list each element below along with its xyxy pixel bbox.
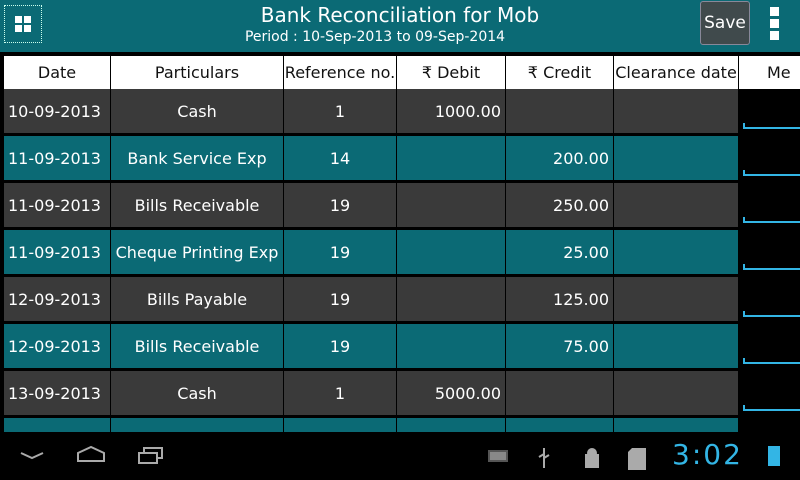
memo-underline-tick [743,217,745,223]
clearance-date-cell[interactable] [614,230,738,274]
back-icon[interactable] [20,442,44,466]
reference-cell: 19 [284,230,396,274]
memo-input[interactable] [739,89,800,133]
debit-cell [397,324,505,368]
memo-underline [743,127,800,129]
clearance-date-cell[interactable] [614,183,738,227]
column-header-debit: ₹ Debit [397,56,505,89]
credit-cell: 75.00 [506,324,613,368]
sd-card-icon [628,448,646,474]
memo-input[interactable] [739,183,800,227]
usb-icon [538,448,550,472]
memo-underline-tick [743,123,745,129]
debit-cell [397,418,505,432]
memo-underline-tick [743,170,745,176]
particulars-cell: Bank Service Exp [111,136,283,180]
date-cell: 13-09-2013 [4,371,110,415]
credit-cell: 200.00 [506,136,613,180]
particulars-cell [111,418,283,432]
memo-input[interactable] [739,277,800,321]
debit-cell [397,277,505,321]
reference-cell: 1 [284,89,396,133]
android-debug-icon [582,448,604,474]
reference-cell: 1 [284,371,396,415]
reference-cell [284,418,396,432]
memo-underline-tick [743,358,745,364]
column-header-particulars: Particulars [111,56,283,89]
debit-cell [397,136,505,180]
credit-cell [506,418,613,432]
date-cell: 10-09-2013 [4,89,110,133]
memo-underline [743,268,800,270]
status-clock: 3:02 [672,438,743,471]
clearance-date-cell[interactable] [614,418,738,432]
home-icon[interactable] [76,444,106,468]
reference-cell: 19 [284,183,396,227]
memo-input[interactable] [739,230,800,274]
memo-underline [743,221,800,223]
reference-cell: 14 [284,136,396,180]
memo-input[interactable] [739,136,800,180]
date-cell [4,418,110,432]
debit-cell [397,230,505,274]
recent-apps-icon[interactable] [138,446,164,470]
column-header-clearance-date: Clearance date [614,56,738,89]
memo-underline-tick [743,264,745,270]
memo-underline [743,409,800,411]
memo-underline [743,315,800,317]
reference-cell: 19 [284,277,396,321]
reconciliation-table: Date Particulars Reference no. ₹ Debit ₹… [4,56,800,432]
period-subtitle: Period : 10-Sep-2013 to 09-Sep-2014 [244,29,506,45]
particulars-cell: Bills Receivable [111,324,283,368]
memo-input[interactable] [739,418,800,432]
particulars-cell: Cheque Printing Exp [111,230,283,274]
column-header-memo: Me [739,56,800,89]
clearance-date-cell[interactable] [614,324,738,368]
battery-icon [768,446,780,466]
particulars-cell: Bills Payable [111,277,283,321]
credit-cell: 250.00 [506,183,613,227]
action-bar: Bank Reconciliation for Mob Period : 10-… [0,0,800,52]
column-header-reference: Reference no. [284,56,396,89]
particulars-cell: Bills Receivable [111,183,283,227]
debit-cell: 5000.00 [397,371,505,415]
clearance-date-cell[interactable] [614,371,738,415]
particulars-cell: Cash [111,89,283,133]
column-header-credit: ₹ Credit [506,56,613,89]
column-header-date: Date [4,56,110,89]
keyboard-icon [488,448,508,466]
date-cell: 11-09-2013 [4,230,110,274]
page-title: Bank Reconciliation for Mob [260,3,540,27]
reference-cell: 19 [284,324,396,368]
credit-cell: 25.00 [506,230,613,274]
memo-input[interactable] [739,371,800,415]
overflow-menu-icon[interactable] [768,7,780,43]
credit-cell: 125.00 [506,277,613,321]
credit-cell [506,89,613,133]
debit-cell [397,183,505,227]
clearance-date-cell[interactable] [614,89,738,133]
clearance-date-cell[interactable] [614,277,738,321]
memo-underline [743,174,800,176]
credit-cell [506,371,613,415]
date-cell: 12-09-2013 [4,277,110,321]
date-cell: 11-09-2013 [4,136,110,180]
memo-underline-tick [743,311,745,317]
particulars-cell: Cash [111,371,283,415]
memo-underline-tick [743,405,745,411]
save-button[interactable]: Save [700,1,750,45]
date-cell: 11-09-2013 [4,183,110,227]
debit-cell: 1000.00 [397,89,505,133]
memo-input[interactable] [739,324,800,368]
date-cell: 12-09-2013 [4,324,110,368]
memo-underline [743,362,800,364]
clearance-date-cell[interactable] [614,136,738,180]
